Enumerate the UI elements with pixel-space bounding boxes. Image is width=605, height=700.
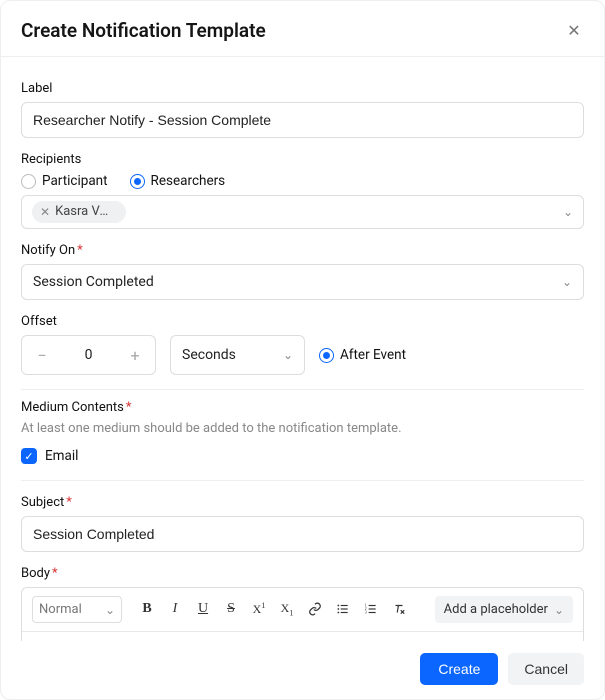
- after-event-radio[interactable]: After Event: [319, 347, 406, 363]
- recipients-tag-input[interactable]: ✕ Kasra Va… ⌄: [21, 195, 584, 229]
- label-field-label: Label: [21, 81, 584, 96]
- body-editor: Normal ⌄ B I U S X1 X1: [21, 587, 584, 641]
- modal-footer: Create Cancel: [1, 641, 604, 699]
- body-textarea[interactable]: A participant has just completed a sessi…: [22, 632, 583, 641]
- recipients-field-label: Recipients: [21, 152, 584, 167]
- tag-label: Kasra Va…: [55, 204, 115, 219]
- medium-contents-field-label: Medium Contents*: [21, 400, 584, 415]
- recipients-radio-row: Participant Researchers: [21, 173, 584, 189]
- editor-toolbar: Normal ⌄ B I U S X1 X1: [22, 588, 583, 632]
- create-button[interactable]: Create: [420, 653, 498, 685]
- chevron-down-icon: ⌄: [554, 603, 564, 617]
- offset-unit-select[interactable]: Seconds ⌄: [170, 335, 305, 375]
- tag-remove-icon[interactable]: ✕: [40, 205, 50, 219]
- superscript-icon[interactable]: X1: [248, 601, 270, 617]
- divider: [21, 389, 584, 390]
- subscript-icon[interactable]: X1: [276, 601, 298, 617]
- select-value: Session Completed: [33, 274, 154, 290]
- italic-icon[interactable]: I: [164, 601, 186, 617]
- radio-icon: [130, 174, 145, 189]
- notify-on-field-label: Notify On*: [21, 243, 584, 258]
- label-input[interactable]: [21, 102, 584, 138]
- strikethrough-icon[interactable]: S: [220, 601, 242, 617]
- minus-icon[interactable]: −: [32, 346, 52, 365]
- subject-input[interactable]: [21, 516, 584, 552]
- offset-field-label: Offset: [21, 314, 584, 329]
- modal-header: Create Notification Template ✕: [1, 1, 604, 56]
- chevron-down-icon: ⌄: [563, 205, 573, 219]
- radio-label: After Event: [340, 347, 406, 363]
- body-field-label: Body*: [21, 566, 584, 581]
- chevron-down-icon: ⌄: [562, 275, 572, 289]
- offset-row: − 0 + Seconds ⌄ After Event: [21, 335, 584, 375]
- recipient-tag: ✕ Kasra Va…: [32, 201, 126, 223]
- email-checkbox-row[interactable]: ✓ Email: [21, 448, 78, 464]
- chevron-down-icon: ⌄: [105, 603, 115, 617]
- required-mark: *: [52, 566, 58, 581]
- offset-stepper[interactable]: − 0 +: [21, 335, 156, 375]
- checkbox-label: Email: [45, 448, 78, 464]
- select-value: Seconds: [182, 347, 236, 363]
- numbered-list-icon[interactable]: 123: [360, 601, 382, 617]
- radio-icon: [21, 174, 36, 189]
- required-mark: *: [77, 243, 83, 258]
- toolbar-group: B I U S X1 X1 123: [136, 601, 410, 617]
- modal-body: Label Recipients Participant Researchers…: [1, 57, 604, 641]
- offset-value: 0: [85, 347, 93, 363]
- svg-text:3: 3: [365, 610, 367, 615]
- divider: [21, 480, 584, 481]
- underline-icon[interactable]: U: [192, 601, 214, 617]
- radio-label: Researchers: [151, 173, 226, 189]
- cancel-button[interactable]: Cancel: [508, 653, 584, 685]
- add-placeholder-select[interactable]: Add a placeholder ⌄: [435, 596, 573, 623]
- checkbox-checked-icon: ✓: [21, 448, 37, 464]
- medium-hint: At least one medium should be added to t…: [21, 421, 584, 436]
- required-mark: *: [66, 495, 72, 510]
- modal: Create Notification Template ✕ Label Rec…: [0, 0, 605, 700]
- radio-label: Participant: [42, 173, 108, 189]
- bold-icon[interactable]: B: [136, 601, 158, 617]
- recipient-participant-radio[interactable]: Participant: [21, 173, 108, 189]
- subject-field-label: Subject*: [21, 495, 584, 510]
- modal-title: Create Notification Template: [21, 19, 266, 42]
- link-icon[interactable]: [304, 601, 326, 617]
- clear-format-icon[interactable]: [388, 601, 410, 617]
- chevron-down-icon: ⌄: [283, 348, 293, 362]
- radio-icon: [319, 348, 334, 363]
- format-select[interactable]: Normal ⌄: [32, 596, 122, 623]
- bullet-list-icon[interactable]: [332, 601, 354, 617]
- notify-on-select[interactable]: Session Completed ⌄: [21, 264, 584, 300]
- required-mark: *: [126, 400, 132, 415]
- recipient-researchers-radio[interactable]: Researchers: [130, 173, 226, 189]
- plus-icon[interactable]: +: [125, 346, 145, 365]
- close-icon[interactable]: ✕: [564, 21, 584, 40]
